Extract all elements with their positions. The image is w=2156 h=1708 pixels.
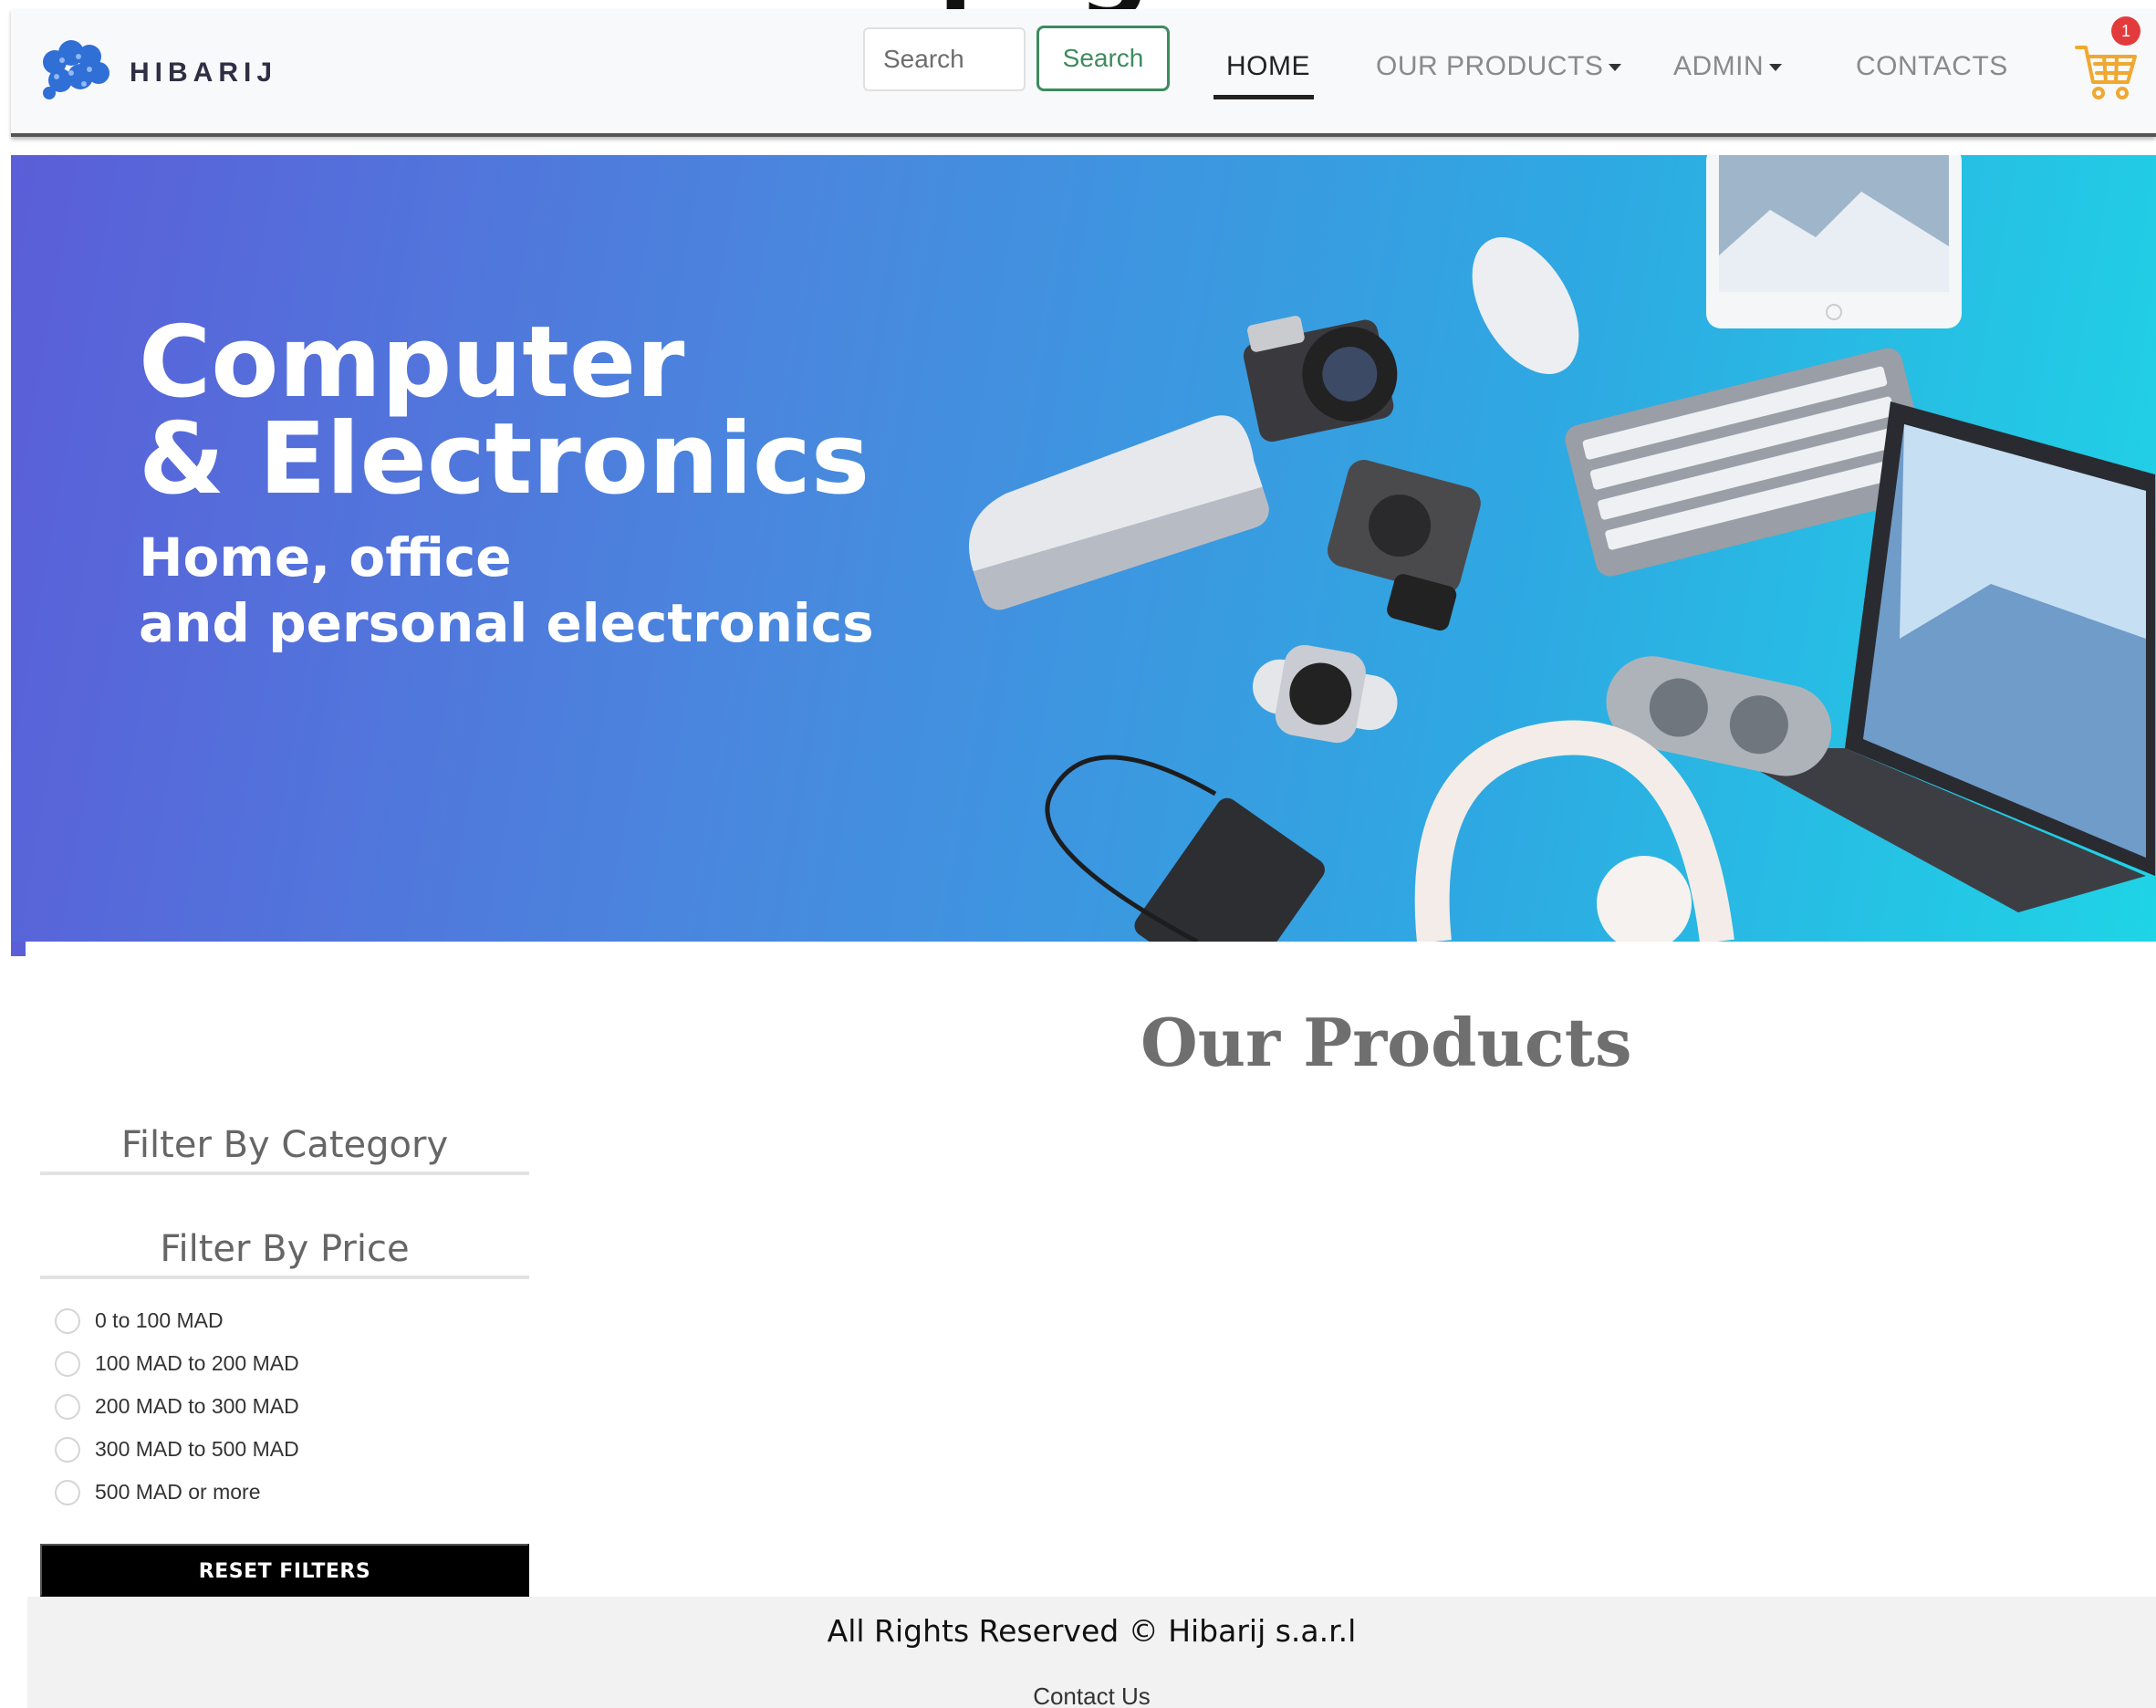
price-option-label: 200 MAD to 300 MAD [95,1394,299,1418]
cart-icon[interactable] [2075,42,2139,102]
nav-contacts[interactable]: CONTACTS [1856,51,2008,82]
reset-filters-button[interactable]: RESET FILTERS [40,1544,529,1597]
brain-logo-icon [43,40,109,99]
radio-button[interactable] [55,1350,80,1377]
caret-down-icon [1609,64,1622,72]
hero-banner: Computer & Electronics Home, office and … [11,155,2156,942]
hero-title-line-2: & Electronics [139,402,870,516]
footer-contact-link[interactable]: Contact Us [27,1682,2156,1708]
navbar: HIBARIJ Search HOME OUR PRODUCTS ADMIN C… [11,9,2156,137]
products-heading: Our Products [1140,1004,1632,1081]
nav-our-products-label: OUR PRODUCTS [1376,51,1604,81]
radio-button[interactable] [55,1307,80,1334]
price-option-label: 500 MAD or more [95,1480,261,1504]
price-option-label: 300 MAD to 500 MAD [95,1437,299,1461]
price-option[interactable]: 0 to 100 MAD [55,1299,299,1342]
brand-logo[interactable]: HIBARIJ [35,36,277,109]
hero-subtitle-line-1: Home, office [139,526,512,588]
radio-button[interactable] [55,1479,80,1505]
active-nav-underline [1213,95,1314,99]
price-filter-list: 0 to 100 MAD 100 MAD to 200 MAD 200 MAD … [55,1299,299,1514]
price-option[interactable]: 500 MAD or more [55,1471,299,1514]
filter-category-heading: Filter By Category [40,1124,529,1175]
caret-down-icon [1769,64,1783,72]
brand-name: HIBARIJ [130,57,278,88]
hero-edge [11,942,26,956]
search-button[interactable]: Search [1036,26,1170,91]
radio-button[interactable] [55,1436,80,1463]
search-input[interactable] [863,27,1026,91]
hero-subtitle-line-2: and personal electronics [139,592,874,654]
nav-admin-dropdown[interactable]: ADMIN [1673,51,1783,82]
footer: All Rights Reserved © Hibarij s.a.r.l Co… [27,1597,2156,1708]
hero-title: Computer & Electronics [139,306,870,516]
cart-count-badge: 1 [2111,16,2140,46]
hero-subtitle: Home, office and personal electronics [139,525,874,656]
hero-title-line-1: Computer [139,306,685,420]
price-option[interactable]: 300 MAD to 500 MAD [55,1428,299,1471]
filter-price-heading: Filter By Price [40,1228,529,1279]
nav-home[interactable]: HOME [1226,51,1310,82]
nav-admin-label: ADMIN [1673,51,1765,81]
price-option[interactable]: 200 MAD to 300 MAD [55,1385,299,1428]
footer-copyright: All Rights Reserved © Hibarij s.a.r.l [827,1613,1357,1649]
price-option[interactable]: 100 MAD to 200 MAD [55,1342,299,1385]
nav-our-products-dropdown[interactable]: OUR PRODUCTS [1376,51,1622,82]
radio-button[interactable] [55,1393,80,1420]
price-option-label: 100 MAD to 200 MAD [95,1351,299,1375]
price-option-label: 0 to 100 MAD [95,1308,224,1332]
